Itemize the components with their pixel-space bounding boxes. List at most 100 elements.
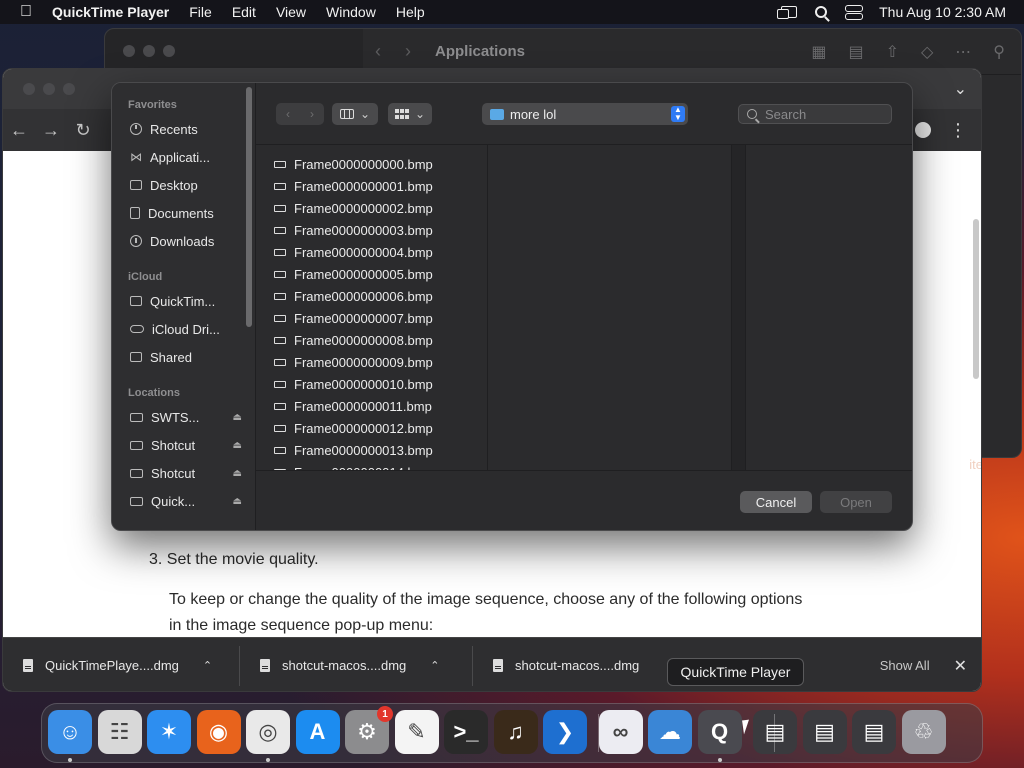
file-row[interactable]: Frame0000000001.bmp: [274, 175, 433, 197]
apple-menu-icon[interactable]: : [0, 3, 52, 21]
eject-icon[interactable]: ⏏: [233, 440, 242, 451]
zoom-window-button[interactable]: [163, 45, 175, 57]
eject-icon[interactable]: ⏏: [233, 468, 242, 479]
close-window-button[interactable]: [23, 83, 35, 95]
cancel-button[interactable]: Cancel: [740, 491, 812, 513]
back-arrow-icon[interactable]: ‹: [363, 41, 393, 62]
search-field[interactable]: [738, 104, 892, 124]
close-icon[interactable]: ✕: [954, 656, 981, 676]
minimize-window-button[interactable]: [143, 45, 155, 57]
sidebar-item-downloads[interactable]: Downloads: [130, 230, 242, 252]
sidebar-scrollbar[interactable]: [246, 87, 252, 327]
back-chevron-icon[interactable]: ‹: [276, 107, 300, 121]
file-row[interactable]: Frame0000000004.bmp: [274, 241, 433, 263]
close-window-button[interactable]: [123, 45, 135, 57]
app-store-icon[interactable]: A: [295, 710, 340, 754]
visual-studio-icon[interactable]: ∞: [598, 710, 643, 754]
minimize-window-button[interactable]: [43, 83, 55, 95]
open-button[interactable]: Open: [820, 491, 892, 513]
menu-edit[interactable]: Edit: [222, 4, 266, 20]
download-item[interactable]: QuickTimePlaye....dmg ⌃: [3, 645, 240, 686]
sidebar-item-documents[interactable]: Documents: [130, 202, 242, 224]
control-center-icon[interactable]: [845, 5, 864, 20]
sidebar-item-shared[interactable]: Shared: [130, 346, 242, 368]
sidebar-item-location[interactable]: Shotcut ⏏: [130, 434, 242, 456]
chevron-up-icon[interactable]: ⌃: [430, 659, 439, 672]
file-row[interactable]: Frame0000000014.bmp: [274, 461, 433, 470]
file-row[interactable]: Frame0000000011.bmp: [274, 395, 432, 417]
more-actions-icon[interactable]: ⋯: [955, 42, 971, 62]
garageband-icon-glyph: ♫: [507, 719, 524, 744]
sidebar-item-location[interactable]: SWTS... ⏏: [130, 406, 242, 428]
zoom-window-button[interactable]: [63, 83, 75, 95]
file-row[interactable]: Frame0000000007.bmp: [274, 307, 433, 329]
finder-search-icon[interactable]: ⚲: [993, 42, 1005, 62]
show-all-downloads-button[interactable]: Show All: [880, 658, 954, 673]
sidebar-item-quicktime-icloud[interactable]: QuickTim...: [130, 290, 242, 312]
search-input[interactable]: [765, 106, 875, 122]
chrome-icon[interactable]: ◎: [246, 710, 290, 754]
terminal-icon[interactable]: >_: [444, 710, 488, 754]
view-mode-button[interactable]: ⌄: [332, 103, 378, 125]
location-popup[interactable]: more lol ▲ ▼: [482, 103, 688, 125]
settings-icon[interactable]: ⚙ 1: [345, 706, 393, 754]
sidebar-item-desktop[interactable]: Desktop: [130, 174, 242, 196]
browser-window-controls: [23, 83, 75, 95]
menu-help[interactable]: Help: [386, 4, 435, 20]
file-row[interactable]: Frame0000000012.bmp: [274, 417, 433, 439]
share-icon[interactable]: ⇧: [886, 42, 899, 62]
file-row[interactable]: Frame0000000006.bmp: [274, 285, 433, 307]
firefox-icon[interactable]: ◉: [196, 710, 241, 754]
stack-icon[interactable]: ▤: [802, 710, 847, 754]
column-divider[interactable]: [732, 145, 746, 470]
sidebar-item-location[interactable]: Shotcut ⏏: [130, 462, 242, 484]
menu-window[interactable]: Window: [316, 4, 386, 20]
sidebar-item-recents[interactable]: Recents: [130, 118, 242, 140]
eject-icon[interactable]: ⏏: [233, 496, 242, 507]
profile-avatar-icon[interactable]: [915, 122, 931, 138]
file-row[interactable]: Frame0000000005.bmp: [274, 263, 433, 285]
garageband-icon[interactable]: ♫: [493, 710, 538, 754]
quicktime-icon[interactable]: Q: [697, 710, 742, 754]
forward-chevron-icon[interactable]: ›: [300, 107, 324, 121]
file-row[interactable]: Frame0000000008.bmp: [274, 329, 433, 351]
weather-icon[interactable]: ☁: [648, 710, 692, 754]
forward-arrow-icon[interactable]: ›: [393, 41, 423, 62]
eject-icon[interactable]: ⏏: [233, 412, 242, 423]
file-row[interactable]: Frame0000000003.bmp: [274, 219, 433, 241]
menu-app-name[interactable]: QuickTime Player: [52, 4, 179, 20]
download-item[interactable]: shotcut-macos....dmg ⌃: [240, 645, 473, 686]
file-row[interactable]: Frame0000000000.bmp: [274, 153, 433, 175]
file-row[interactable]: Frame0000000002.bmp: [274, 197, 433, 219]
menu-view[interactable]: View: [266, 4, 316, 20]
file-row[interactable]: Frame0000000009.bmp: [274, 351, 433, 373]
vscode-icon[interactable]: ❯: [543, 710, 587, 754]
page-scrollbar[interactable]: [973, 219, 979, 379]
file-row[interactable]: Frame0000000013.bmp: [274, 439, 433, 461]
trash-icon[interactable]: ♲: [901, 710, 946, 754]
sidebar-item-location[interactable]: Quick... ⏏: [130, 490, 242, 512]
menu-file[interactable]: File: [179, 4, 222, 20]
tab-search-chevron-icon[interactable]: ⌄: [954, 79, 967, 99]
group-by-button[interactable]: ⌄: [388, 103, 432, 125]
spotlight-search-icon[interactable]: [815, 6, 828, 18]
forward-arrow-icon[interactable]: →: [35, 120, 67, 141]
tag-icon[interactable]: ◇: [921, 42, 933, 62]
launchpad-icon[interactable]: ☷: [97, 710, 142, 754]
file-row[interactable]: Frame0000000010.bmp: [274, 373, 433, 395]
back-arrow-icon[interactable]: ←: [3, 120, 35, 141]
stack-icon[interactable]: ▤: [852, 710, 896, 754]
chevron-up-icon[interactable]: ⌃: [203, 659, 212, 672]
menu-bar-clock[interactable]: Thu Aug 10 2:30 AM: [879, 4, 1006, 20]
group-icon[interactable]: ▤: [848, 42, 863, 62]
browser-menu-icon[interactable]: ⋮: [949, 120, 967, 141]
reload-icon[interactable]: ↻: [67, 120, 99, 141]
icon-view-icon[interactable]: ▦: [811, 42, 826, 62]
sidebar-item-icloud-drive[interactable]: iCloud Dri...: [130, 318, 242, 340]
screen-mirroring-icon[interactable]: [777, 6, 798, 19]
sidebar-item-applications[interactable]: ⋈ Applicati...: [130, 146, 242, 168]
finder-icon[interactable]: ☺: [48, 710, 92, 754]
safari-icon[interactable]: ✶: [147, 710, 191, 754]
textedit-icon[interactable]: ✎: [394, 710, 439, 754]
stack-icon[interactable]: ▤: [753, 710, 797, 754]
